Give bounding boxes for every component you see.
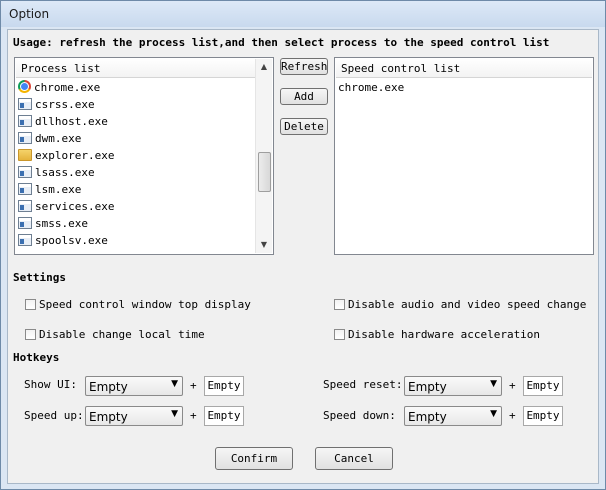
exe-icon	[18, 217, 32, 229]
disable-local-time-checkbox[interactable]	[25, 329, 36, 340]
list-item[interactable]: explorer.exe	[18, 147, 114, 164]
title-bar[interactable]: Option	[1, 1, 605, 27]
speed-up-key-field[interactable]: Empty	[204, 406, 244, 426]
exe-icon	[18, 234, 32, 246]
delete-button[interactable]: Delete	[280, 118, 328, 135]
exe-icon	[18, 132, 32, 144]
option-window: Option Usage: refresh the process list,a…	[0, 0, 606, 490]
list-item[interactable]: lsm.exe	[18, 181, 81, 198]
list-item[interactable]: smss.exe	[18, 215, 88, 232]
process-name: spoolsv.exe	[35, 234, 108, 247]
list-item[interactable]: dwm.exe	[18, 130, 81, 147]
speed-list-header: Speed control list	[336, 59, 592, 78]
usage-text: Usage: refresh the process list,and then…	[13, 36, 550, 49]
show-ui-label: Show UI:	[24, 378, 77, 391]
process-name: smss.exe	[35, 217, 88, 230]
process-name: lsm.exe	[35, 183, 82, 196]
disable-av-speed-option[interactable]: Disable audio and video speed change	[334, 298, 586, 312]
show-ui-modifier-select[interactable]: Empty ▼	[85, 376, 183, 396]
disable-av-speed-label: Disable audio and video speed change	[348, 298, 587, 311]
list-item[interactable]: chrome.exe	[18, 79, 100, 96]
speed-reset-modifier-select[interactable]: Empty ▼	[404, 376, 502, 396]
window-title: Option	[9, 7, 50, 21]
list-item[interactable]: services.exe	[18, 198, 114, 215]
chevron-down-icon: ▼	[490, 409, 497, 419]
process-list-header-label: Process list	[21, 62, 101, 75]
process-name: explorer.exe	[35, 149, 115, 162]
process-listbox[interactable]: Process list chrome.exe csrss.exe dllhost.…	[14, 57, 274, 255]
dialog-body: Usage: refresh the process list,and then…	[7, 29, 599, 484]
exe-icon	[18, 115, 32, 127]
list-item[interactable]: csrss.exe	[18, 96, 95, 113]
exe-icon	[18, 183, 32, 195]
process-name: chrome.exe	[34, 81, 101, 94]
plus-sign: +	[190, 379, 197, 392]
scroll-up-icon[interactable]: ▲	[256, 59, 272, 75]
show-ui-key-field[interactable]: Empty	[204, 376, 244, 396]
plus-sign: +	[190, 409, 197, 422]
plus-sign: +	[509, 379, 516, 392]
folder-icon	[18, 149, 32, 161]
process-name: csrss.exe	[35, 98, 95, 111]
process-list-header: Process list	[16, 59, 272, 78]
speed-down-label: Speed down:	[323, 409, 396, 422]
settings-heading: Settings	[13, 271, 66, 284]
speed-control-listbox[interactable]: Speed control list chrome.exe	[334, 57, 594, 255]
speed-down-key-field[interactable]: Empty	[523, 406, 563, 426]
process-name: services.exe	[35, 200, 115, 213]
top-display-option[interactable]: Speed control window top display	[25, 298, 251, 312]
speed-reset-modifier-value: Empty	[408, 380, 447, 394]
confirm-button[interactable]: Confirm	[215, 447, 293, 470]
exe-icon	[18, 166, 32, 178]
disable-local-time-option[interactable]: Disable change local time	[25, 328, 205, 342]
process-name: dwm.exe	[35, 132, 82, 145]
speed-reset-label: Speed reset:	[323, 378, 403, 391]
chevron-down-icon: ▼	[171, 409, 178, 419]
disable-local-time-label: Disable change local time	[39, 328, 205, 341]
speed-list-header-label: Speed control list	[341, 62, 461, 75]
list-item[interactable]: spoolsv.exe	[18, 232, 108, 249]
chrome-icon	[18, 80, 31, 93]
exe-icon	[18, 200, 32, 212]
process-name: lsass.exe	[35, 166, 95, 179]
list-item[interactable]: chrome.exe	[338, 79, 404, 96]
speed-up-label: Speed up:	[24, 409, 84, 422]
exe-icon	[18, 98, 32, 110]
process-name: dllhost.exe	[35, 115, 108, 128]
disable-av-speed-checkbox[interactable]	[334, 299, 345, 310]
list-item[interactable]: lsass.exe	[18, 164, 95, 181]
speed-up-modifier-value: Empty	[89, 410, 128, 424]
hotkeys-heading: Hotkeys	[13, 351, 60, 364]
speed-down-modifier-select[interactable]: Empty ▼	[404, 406, 502, 426]
speed-reset-key-field[interactable]: Empty	[523, 376, 563, 396]
top-display-checkbox[interactable]	[25, 299, 36, 310]
chevron-down-icon: ▼	[171, 379, 178, 389]
disable-hw-accel-option[interactable]: Disable hardware acceleration	[334, 328, 540, 342]
refresh-button[interactable]: Refresh	[280, 58, 328, 75]
scroll-down-icon[interactable]: ▼	[256, 237, 272, 253]
show-ui-modifier-value: Empty	[89, 380, 128, 394]
speed-down-modifier-value: Empty	[408, 410, 447, 424]
process-list-scrollbar[interactable]: ▲ ▼	[255, 59, 272, 253]
list-item[interactable]: dllhost.exe	[18, 113, 108, 130]
plus-sign: +	[509, 409, 516, 422]
chevron-down-icon: ▼	[490, 379, 497, 389]
cancel-button[interactable]: Cancel	[315, 447, 393, 470]
speed-up-modifier-select[interactable]: Empty ▼	[85, 406, 183, 426]
scroll-thumb[interactable]	[258, 152, 271, 192]
disable-hw-accel-label: Disable hardware acceleration	[348, 328, 541, 341]
disable-hw-accel-checkbox[interactable]	[334, 329, 345, 340]
top-display-label: Speed control window top display	[39, 298, 251, 311]
add-button[interactable]: Add	[280, 88, 328, 105]
